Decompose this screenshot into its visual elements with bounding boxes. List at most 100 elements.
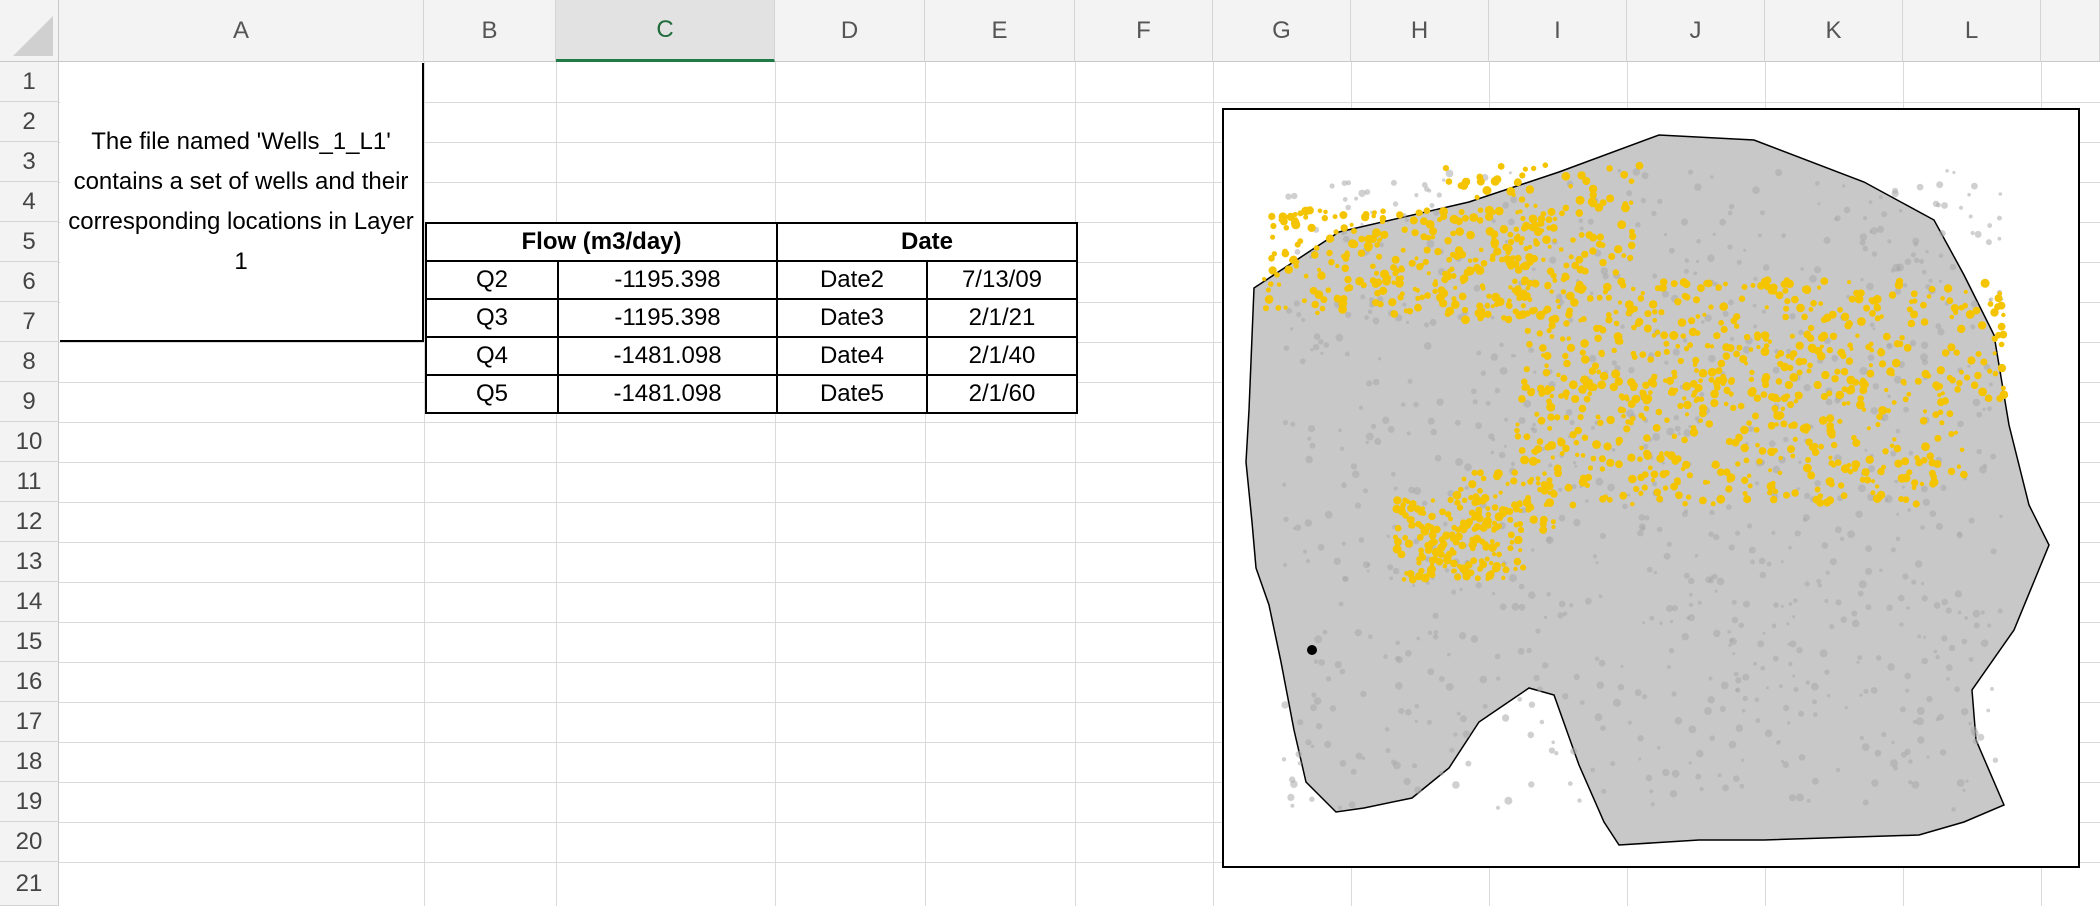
row-header-17[interactable]: 17 [0,702,59,742]
background-well-point [1421,500,1428,506]
row-header-label: 4 [22,187,36,215]
background-well-point [1360,294,1366,300]
flow-cell[interactable]: -1195.398 [557,298,778,338]
date-label-cell[interactable]: Date5 [776,374,928,414]
column-header-h[interactable]: H [1351,0,1489,62]
flow-cell[interactable]: -1195.398 [557,260,778,300]
flow-cell[interactable]: -1481.098 [557,374,778,414]
row-header-7[interactable]: 7 [0,302,59,342]
row-header-21[interactable]: 21 [0,862,59,906]
active-well-point [1550,272,1557,279]
row-header-20[interactable]: 20 [0,822,59,862]
row-header-9[interactable]: 9 [0,382,59,422]
row-header-6[interactable]: 6 [0,262,59,302]
background-well-point [1819,649,1828,658]
active-well-point [1820,277,1829,285]
column-header-f[interactable]: F [1075,0,1213,62]
q-cell[interactable]: Q3 [425,298,559,338]
column-header-e[interactable]: E [925,0,1075,62]
active-well-point [1575,195,1585,205]
column-header-a[interactable]: A [59,0,424,62]
background-well-point [1954,686,1960,693]
column-header-i[interactable]: I [1489,0,1627,62]
active-well-point [1560,374,1568,382]
column-header-l[interactable]: L [1903,0,2041,62]
active-well-point [1428,556,1437,564]
column-header-b[interactable]: B [424,0,556,62]
date-cell[interactable]: 7/13/09 [926,260,1078,300]
background-well-point [1964,616,1968,620]
background-well-point [1413,401,1419,408]
q-cell[interactable]: Q4 [425,336,559,376]
row-header-14[interactable]: 14 [0,582,59,622]
background-well-point [1451,589,1457,595]
row-header-10[interactable]: 10 [0,422,59,462]
date-header-cell[interactable]: Date [776,222,1078,262]
date-label-cell[interactable]: Date2 [776,260,928,300]
date-cell[interactable]: 2/1/21 [926,298,1078,338]
background-well-point [1620,664,1624,668]
row-header-5[interactable]: 5 [0,222,59,262]
background-well-point [1903,406,1909,413]
column-header-label: G [1272,16,1291,44]
date-cell[interactable]: 2/1/60 [926,374,1078,414]
background-well-point [1861,743,1870,751]
background-well-point [1315,723,1323,730]
row-header-12[interactable]: 12 [0,502,59,542]
date-cell[interactable]: 2/1/40 [926,336,1078,376]
background-well-point [1526,647,1532,654]
background-well-point [1669,619,1674,624]
active-well-point [1598,455,1606,463]
q-cell[interactable]: Q5 [425,374,559,414]
flow-cell[interactable]: -1481.098 [557,336,778,376]
column-header-k[interactable]: K [1765,0,1903,62]
column-header-d[interactable]: D [775,0,925,62]
wells-map-image[interactable] [1222,108,2080,868]
column-header-j[interactable]: J [1627,0,1765,62]
background-well-point [1899,706,1906,713]
column-header-m[interactable] [2041,0,2100,62]
row-header-15[interactable]: 15 [0,622,59,662]
background-well-point [1946,677,1950,681]
active-well-point [1711,460,1720,469]
active-well-point [1426,546,1431,551]
row-header-1[interactable]: 1 [0,62,59,102]
row-header-11[interactable]: 11 [0,462,59,502]
select-all-corner[interactable] [0,0,59,62]
active-well-point [1341,264,1350,273]
row-header-8[interactable]: 8 [0,342,59,382]
background-well-point [1341,541,1346,546]
row-header-19[interactable]: 19 [0,782,59,822]
background-well-point [1704,707,1712,715]
row-header-16[interactable]: 16 [0,662,59,702]
row-header-3[interactable]: 3 [0,142,59,182]
active-well-point [1948,431,1955,437]
row-header-2[interactable]: 2 [0,102,59,142]
background-well-point [1318,659,1325,666]
note-merged-cell[interactable]: The file named 'Wells_1_L1' contains a s… [60,63,424,342]
active-well-point [1661,284,1666,289]
background-well-point [1412,584,1416,587]
q-cell[interactable]: Q2 [425,260,559,300]
active-well-point [1663,378,1668,383]
active-well-point [1602,289,1609,295]
active-well-point [1845,357,1854,365]
column-header-g[interactable]: G [1213,0,1351,62]
row-header-13[interactable]: 13 [0,542,59,582]
background-well-point [1839,536,1845,542]
active-well-point [1578,385,1587,394]
active-well-point [1939,420,1945,426]
row-header-18[interactable]: 18 [0,742,59,782]
background-well-point [1835,767,1841,773]
flow-header-cell[interactable]: Flow (m3/day) [425,222,778,262]
background-well-point [1546,591,1551,597]
column-header-c[interactable]: C [556,0,775,62]
background-well-point [1681,633,1689,641]
date-label-cell[interactable]: Date4 [776,336,928,376]
row-header-4[interactable]: 4 [0,182,59,222]
date-label-cell[interactable]: Date3 [776,298,928,338]
background-well-point [1771,623,1777,629]
background-well-point [1301,317,1306,322]
active-well-point [1519,236,1525,242]
background-well-point [1688,602,1694,607]
